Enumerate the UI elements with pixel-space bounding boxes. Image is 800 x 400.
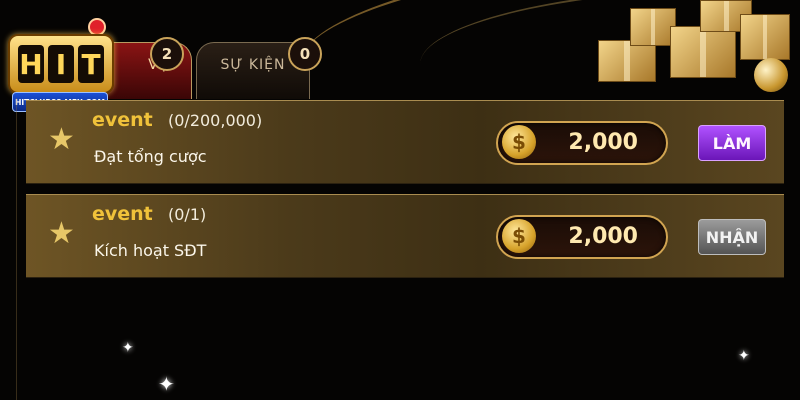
event-progress: (0/200,000) [168, 111, 263, 130]
dollar-coin-icon: $ [502, 125, 536, 159]
event-description: Đạt tổng cược [94, 147, 207, 166]
reward-pill: $ 2,000 [496, 121, 668, 165]
star-icon: ★ [48, 216, 75, 251]
dollar-coin-icon: $ [502, 219, 536, 253]
logo-letter-i: I [48, 45, 74, 83]
sparkle-icon: ✦ [158, 372, 175, 396]
event-name: event [92, 109, 153, 131]
tab-events-badge: 0 [288, 37, 322, 71]
gift-box-icon [740, 14, 790, 60]
logo-badge: H I T [8, 34, 114, 94]
logo-letter-h: H [18, 45, 44, 83]
gift-boxes-decoration [590, 0, 800, 100]
event-name: event [92, 203, 153, 225]
claim-button[interactable]: NHẬN [698, 219, 766, 255]
reward-pill: $ 2,000 [496, 215, 668, 259]
reward-amount: 2,000 [568, 224, 638, 249]
sparkle-icon: ✦ [122, 340, 134, 356]
do-task-button[interactable]: LÀM [698, 125, 766, 161]
reward-amount: 2,000 [568, 130, 638, 155]
event-row: ★ event (0/200,000) Đạt tổng cược $ 2,00… [26, 100, 784, 184]
gift-box-icon [670, 26, 736, 78]
star-icon: ★ [48, 122, 75, 157]
logo-letter-t: T [78, 45, 104, 83]
tab-missions-badge: 2 [150, 37, 184, 71]
event-description: Kích hoạt SĐT [94, 241, 207, 260]
sparkle-icon: ✦ [738, 348, 750, 364]
event-row: ★ event (0/1) Kích hoạt SĐT $ 2,000 NHẬN [26, 194, 784, 278]
event-progress: (0/1) [168, 205, 207, 224]
gift-box-icon [598, 40, 656, 82]
tab-events-label: SỰ KIỆN [220, 57, 286, 73]
gold-ball-icon [754, 58, 788, 92]
